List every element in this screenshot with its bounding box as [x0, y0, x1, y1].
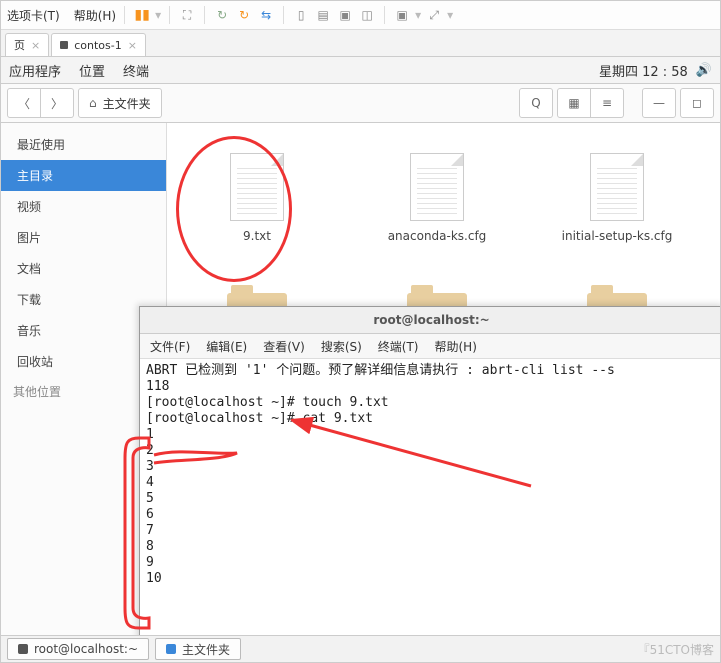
term-menu-edit[interactable]: 编辑(E) — [206, 338, 247, 355]
document-icon — [410, 153, 464, 221]
taskbar-filemanager[interactable]: 主文件夹 — [155, 638, 241, 660]
file-name: initial-setup-ks.cfg — [562, 229, 673, 243]
panel-apps[interactable]: 应用程序 — [9, 61, 61, 80]
view-grid-button[interactable]: ▦ — [557, 88, 591, 118]
console-icon[interactable]: ▣ — [393, 6, 411, 24]
document-icon — [230, 153, 284, 221]
terminal-title: root@localhost:~ — [140, 307, 721, 334]
tab-home[interactable]: 页 × — [5, 33, 49, 56]
sync-icon[interactable]: ⇆ — [257, 6, 275, 24]
gnome-panel: 应用程序 位置 终端 星期四 12 : 58 🔊 — [1, 57, 720, 84]
terminal-window: root@localhost:~ 文件(F) 编辑(E) 查看(V) 搜索(S)… — [139, 306, 721, 643]
history-icon[interactable]: ↻ — [235, 6, 253, 24]
zoom-fit-icon[interactable]: ⛶ — [178, 6, 196, 24]
volume-icon[interactable]: 🔊 — [696, 63, 712, 78]
term-menu-terminal[interactable]: 终端(T) — [378, 338, 419, 355]
tab-label: 页 — [14, 37, 25, 53]
taskbar-terminal[interactable]: root@localhost:~ — [7, 638, 149, 660]
vm-icon — [60, 41, 68, 49]
location-label: 主文件夹 — [103, 95, 151, 112]
file-item[interactable]: 9.txt — [207, 153, 307, 243]
term-menu-file[interactable]: 文件(F) — [150, 338, 190, 355]
file-name: anaconda-ks.cfg — [388, 229, 487, 243]
tab-label: contos-1 — [74, 39, 122, 52]
location-bar[interactable]: ⌂ 主文件夹 — [78, 88, 162, 118]
layout-4-icon[interactable]: ◫ — [358, 6, 376, 24]
sidebar-item-recent[interactable]: 最近使用 — [1, 129, 166, 160]
terminal-menu-bar: 文件(F) 编辑(E) 查看(V) 搜索(S) 终端(T) 帮助(H) — [140, 334, 721, 359]
close-icon[interactable]: × — [128, 39, 137, 52]
forward-button[interactable]: 〉 — [41, 88, 74, 118]
back-button[interactable]: 〈 — [7, 88, 41, 118]
close-icon[interactable]: × — [31, 39, 40, 52]
home-icon: ⌂ — [89, 96, 97, 110]
panel-clock: 星期四 12 : 58 — [599, 61, 688, 80]
file-manager-toolbar: 〈 〉 ⌂ 主文件夹 Q ▦ ≡ — ◻ — [1, 84, 720, 123]
task-label: root@localhost:~ — [34, 642, 138, 656]
task-label: 主文件夹 — [182, 641, 230, 658]
minimize-button[interactable]: — — [642, 88, 676, 118]
menu-option-tab[interactable]: 选项卡(T) — [7, 7, 60, 24]
top-toolbar: 选项卡(T) 帮助(H) ▮▮ ▾ ⛶ ↻ ↻ ⇆ ▯ ▤ ▣ ◫ ▣ ▾ ⤢ … — [1, 1, 720, 30]
sidebar-item-documents[interactable]: 文档 — [1, 253, 166, 284]
sidebar-item-video[interactable]: 视频 — [1, 191, 166, 222]
panel-places[interactable]: 位置 — [79, 61, 105, 80]
term-menu-view[interactable]: 查看(V) — [263, 338, 305, 355]
watermark: 『51CTO博客 — [638, 641, 714, 658]
expand-icon[interactable]: ⤢ — [425, 6, 443, 24]
pause-icon[interactable]: ▮▮ — [133, 6, 151, 24]
layout-3-icon[interactable]: ▣ — [336, 6, 354, 24]
terminal-output[interactable]: ABRT 已检测到 '1' 个问题。预了解详细信息请执行 : abrt-cli … — [140, 359, 721, 591]
term-menu-search[interactable]: 搜索(S) — [321, 338, 362, 355]
refresh-icon[interactable]: ↻ — [213, 6, 231, 24]
taskbar: root@localhost:~ 主文件夹 『51CTO博客 — [1, 635, 720, 662]
tab-strip: 页 × contos-1 × — [1, 30, 720, 57]
sidebar-item-pictures[interactable]: 图片 — [1, 222, 166, 253]
document-icon — [590, 153, 644, 221]
file-name: 9.txt — [243, 229, 271, 243]
term-menu-help[interactable]: 帮助(H) — [435, 338, 477, 355]
view-list-button[interactable]: ≡ — [591, 88, 624, 118]
layout-2-icon[interactable]: ▤ — [314, 6, 332, 24]
sidebar-item-home[interactable]: 主目录 — [1, 160, 166, 191]
panel-terminal[interactable]: 终端 — [123, 61, 149, 80]
menu-help[interactable]: 帮助(H) — [74, 7, 116, 24]
tab-vm[interactable]: contos-1 × — [51, 33, 146, 56]
file-item[interactable]: initial-setup-ks.cfg — [567, 153, 667, 243]
maximize-button[interactable]: ◻ — [680, 88, 714, 118]
search-button[interactable]: Q — [519, 88, 553, 118]
file-item[interactable]: anaconda-ks.cfg — [387, 153, 487, 243]
layout-1-icon[interactable]: ▯ — [292, 6, 310, 24]
